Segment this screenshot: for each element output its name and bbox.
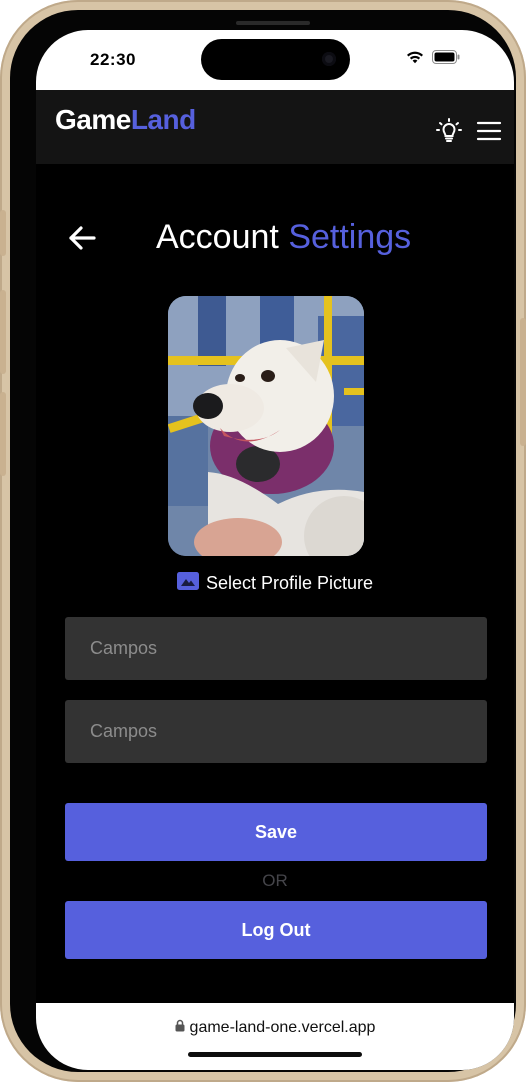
brand-name-accent: Land [130, 104, 196, 135]
phone-screen: 22:30 GameLand Account Settings Select P… [36, 30, 514, 1070]
arrow-left-icon[interactable] [64, 220, 100, 256]
status-bar: 22:30 [36, 30, 514, 90]
profile-picture[interactable] [168, 296, 364, 556]
url-text: game-land-one.vercel.app [189, 1019, 376, 1036]
wifi-icon [406, 50, 424, 69]
volume-up-button [0, 290, 6, 374]
status-time: 22:30 [90, 50, 136, 69]
logout-button[interactable]: Log Out [65, 901, 487, 959]
page-title-accent: Settings [288, 218, 412, 256]
dynamic-island [201, 39, 350, 80]
brand-logo[interactable]: GameLand [55, 104, 196, 136]
app-header: GameLand [36, 90, 514, 164]
volume-down-button [0, 392, 6, 476]
header-actions [434, 116, 502, 146]
phone-bezel: 22:30 GameLand Account Settings Select P… [10, 10, 516, 1072]
select-profile-picture[interactable]: Select Profile Picture [36, 572, 514, 595]
status-icons [406, 50, 460, 69]
page-title-main: Account [156, 218, 279, 256]
page-title: Account Settings [156, 218, 411, 257]
front-camera [322, 52, 336, 66]
url-row: game-land-one.vercel.app [36, 1019, 514, 1037]
first-name-input[interactable] [65, 617, 487, 680]
page-title-row: Account Settings [36, 214, 514, 262]
browser-url-bar[interactable]: game-land-one.vercel.app [36, 1003, 514, 1070]
lock-icon [175, 1019, 185, 1037]
earpiece-speaker [236, 21, 310, 25]
lightbulb-icon[interactable] [434, 116, 464, 146]
battery-icon [432, 50, 460, 69]
image-icon [176, 572, 199, 595]
select-profile-picture-label: Select Profile Picture [205, 573, 374, 593]
action-button [0, 210, 6, 256]
power-button [520, 318, 526, 446]
phone-frame: 22:30 GameLand Account Settings Select P… [0, 0, 526, 1082]
brand-name-main: Game [55, 104, 131, 135]
home-indicator[interactable] [188, 1052, 362, 1057]
hamburger-menu-icon[interactable] [476, 119, 502, 143]
or-divider: OR [262, 871, 288, 890]
save-button[interactable]: Save [65, 803, 487, 861]
last-name-input[interactable] [65, 700, 487, 763]
